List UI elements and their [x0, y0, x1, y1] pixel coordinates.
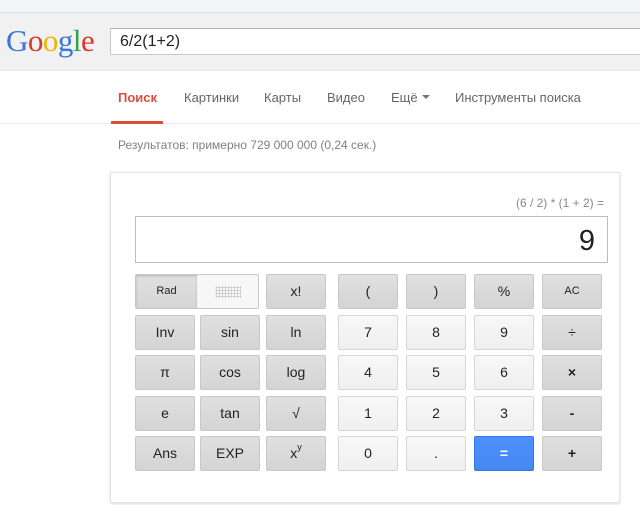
digit-3-button[interactable]: 3 [474, 396, 534, 431]
pi-button[interactable]: π [135, 355, 195, 390]
plus-button[interactable]: + [542, 436, 602, 471]
exp-button[interactable]: EXP [200, 436, 260, 471]
ln-button[interactable]: ln [266, 315, 326, 350]
browser-top-strip [0, 0, 640, 13]
deg-button[interactable] [197, 275, 258, 308]
calculator-expression: (6 / 2) * (1 + 2) = [515, 196, 604, 210]
result-stats: Результатов: примерно 729 000 000 (0,24 … [118, 138, 377, 152]
sqrt-button[interactable]: √ [266, 396, 326, 431]
factorial-button[interactable]: x! [266, 274, 326, 309]
sin-button[interactable]: sin [200, 315, 260, 350]
decimal-point-button[interactable]: . [406, 436, 466, 471]
google-logo[interactable]: Google [6, 24, 95, 58]
tab-video[interactable]: Видео [327, 90, 365, 105]
tab-search[interactable]: Поиск [118, 90, 157, 105]
power-button[interactable]: xy [266, 436, 326, 471]
tab-more[interactable]: Ещё [391, 90, 430, 105]
tab-search-tools[interactable]: Инструменты поиска [455, 90, 581, 105]
percent-button[interactable]: % [474, 274, 534, 309]
log-button[interactable]: log [266, 355, 326, 390]
power-exponent: y [297, 442, 302, 452]
calculator-display: 9 [135, 216, 608, 263]
digit-5-button[interactable]: 5 [406, 355, 466, 390]
inv-button[interactable]: Inv [135, 315, 195, 350]
tab-more-label: Ещё [391, 90, 418, 105]
digit-8-button[interactable]: 8 [406, 315, 466, 350]
calculator-widget: (6 / 2) * (1 + 2) = 9 Rad x! ( ) % AC In… [110, 172, 620, 503]
e-button[interactable]: e [135, 396, 195, 431]
equals-button[interactable]: = [474, 436, 534, 471]
tab-maps[interactable]: Карты [264, 90, 301, 105]
left-paren-button[interactable]: ( [338, 274, 398, 309]
digit-1-button[interactable]: 1 [338, 396, 398, 431]
all-clear-button[interactable]: AC [542, 274, 602, 309]
digit-4-button[interactable]: 4 [338, 355, 398, 390]
digit-9-button[interactable]: 9 [474, 315, 534, 350]
tan-button[interactable]: tan [200, 396, 260, 431]
active-tab-underline [111, 121, 163, 124]
tab-images[interactable]: Картинки [184, 90, 239, 105]
digit-2-button[interactable]: 2 [406, 396, 466, 431]
cos-button[interactable]: cos [200, 355, 260, 390]
grip-dots-icon [215, 286, 241, 298]
digit-0-button[interactable]: 0 [338, 436, 398, 471]
search-header: Google 6/2(1+2) [0, 13, 640, 71]
minus-button[interactable]: - [542, 396, 602, 431]
digit-6-button[interactable]: 6 [474, 355, 534, 390]
digit-7-button[interactable]: 7 [338, 315, 398, 350]
right-paren-button[interactable]: ) [406, 274, 466, 309]
ans-button[interactable]: Ans [135, 436, 195, 471]
rad-button[interactable]: Rad [136, 275, 197, 308]
search-input[interactable]: 6/2(1+2) [110, 28, 640, 55]
caret-down-icon [421, 94, 430, 99]
search-tabs: Поиск Картинки Карты Видео Ещё Инструмен… [0, 71, 640, 124]
multiply-button[interactable]: × [542, 355, 602, 390]
divide-button[interactable]: ÷ [542, 315, 602, 350]
rad-deg-toggle[interactable]: Rad [135, 274, 259, 309]
